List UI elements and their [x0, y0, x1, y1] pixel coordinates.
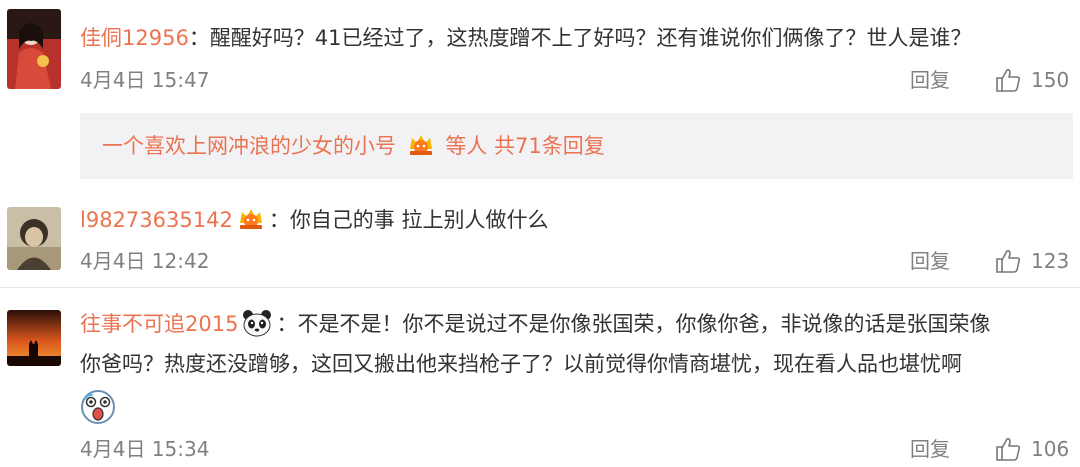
- avatar[interactable]: [7, 9, 61, 89]
- thumbs-up-icon: [996, 438, 1021, 461]
- comment-timestamp: 4月4日 15:34: [80, 437, 210, 461]
- comment-text: 你自己的事 拉上别人做什么: [289, 208, 549, 232]
- member-badge-icon: [409, 135, 432, 155]
- like-count: 150: [1031, 68, 1070, 92]
- comment-text-continued: 你爸吗？热度还没蹭够，这回又搬出他来挡枪子了？以前觉得你情商堪忧，现在看人品也堪…: [80, 350, 962, 378]
- comment-emoji-line: [80, 389, 116, 429]
- like-count: 106: [1031, 437, 1070, 461]
- divider: [0, 287, 1080, 288]
- comment-text: 你爸吗？热度还没蹭够，这回又搬出他来挡枪子了？以前觉得你情商堪忧，现在看人品也堪…: [80, 352, 962, 376]
- subreply-username[interactable]: 一个喜欢上网冲浪的少女的小号: [102, 134, 396, 158]
- reply-button[interactable]: 回复: [910, 436, 950, 462]
- comment-colon: ：: [276, 312, 298, 336]
- avatar[interactable]: [7, 310, 61, 366]
- comment-username[interactable]: 往事不可追2015: [80, 312, 238, 336]
- comment-text: 不是不是！你不是说过不是你像张国荣，你像你爸，非说像的话是张国荣像: [297, 312, 991, 336]
- thumbs-up-icon: [996, 250, 1021, 273]
- panda-emoji-icon: [243, 310, 272, 337]
- comment-colon: ：: [268, 208, 290, 232]
- avatar-image: [7, 207, 61, 270]
- member-badge-icon: [239, 209, 262, 229]
- shocked-face-emoji-icon: [81, 390, 115, 424]
- comment-timestamp: 4月4日 12:42: [80, 249, 210, 273]
- like-count: 123: [1031, 249, 1070, 273]
- comment-text: 醒醒好吗？41已经过了，这热度蹭不上了好吗？还有谁说你们俩像了？世人是谁？: [209, 26, 972, 50]
- comment-username[interactable]: l98273635142: [80, 208, 233, 232]
- avatar[interactable]: [7, 207, 61, 270]
- comment-body: 往事不可追2015 ：不是不是！你不是说过不是你像张国荣，你像你爸，非说像的话是…: [80, 309, 990, 338]
- subreplies-summary[interactable]: 一个喜欢上网冲浪的少女的小号 等人 共71条回复: [80, 113, 1073, 179]
- comment-body: l98273635142 ：你自己的事 拉上别人做什么: [80, 205, 549, 234]
- comment-timestamp: 4月4日 15:47: [80, 68, 210, 92]
- reply-button[interactable]: 回复: [910, 248, 950, 274]
- like-button[interactable]: 150: [995, 65, 1069, 95]
- comment-body: 佳侗12956：醒醒好吗？41已经过了，这热度蹭不上了好吗？还有谁说你们俩像了？…: [80, 24, 972, 52]
- like-button[interactable]: 106: [995, 434, 1069, 464]
- thumbs-up-icon: [996, 69, 1021, 92]
- like-button[interactable]: 123: [995, 246, 1069, 276]
- subreplies-line: 一个喜欢上网冲浪的少女的小号 等人 共71条回复: [102, 131, 605, 160]
- subreplies-count: 等人 共71条回复: [445, 134, 605, 158]
- comment-username[interactable]: 佳侗12956: [80, 26, 189, 50]
- reply-button[interactable]: 回复: [910, 67, 950, 93]
- avatar-image: [7, 9, 61, 89]
- avatar-image: [7, 310, 61, 366]
- comment-colon: ：: [188, 26, 210, 50]
